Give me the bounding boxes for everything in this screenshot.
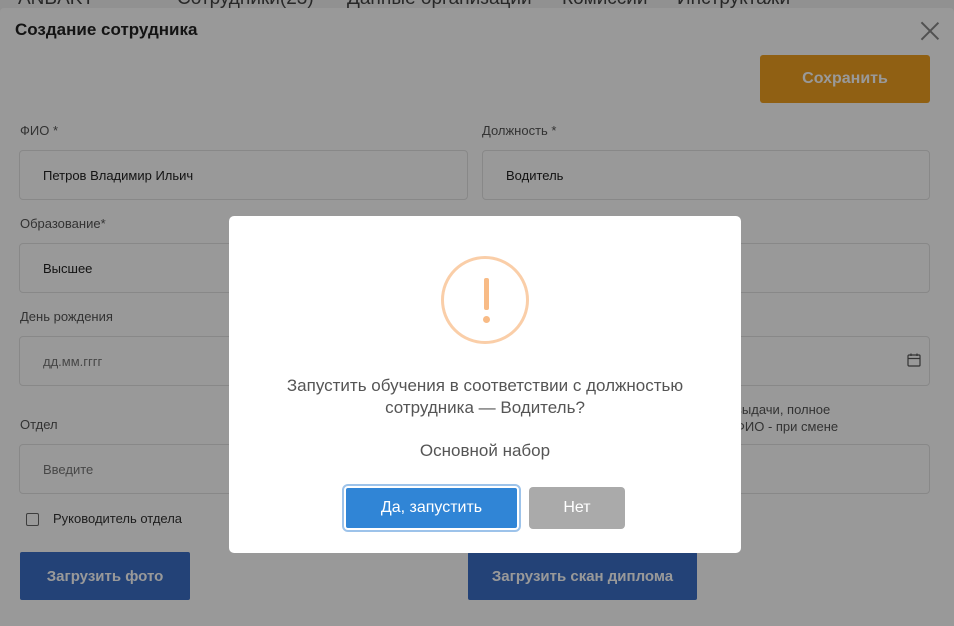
dialog-message: Запустить обучения в соответствии с долж… xyxy=(286,376,684,417)
exclamation-warning-icon xyxy=(441,256,529,344)
cancel-button[interactable]: Нет xyxy=(529,487,625,529)
confirm-button[interactable]: Да, запустить xyxy=(342,484,521,532)
dialog-sub-message: Основной набор xyxy=(419,441,551,460)
confirm-dialog: Запустить обучения в соответствии с долж… xyxy=(229,216,741,553)
